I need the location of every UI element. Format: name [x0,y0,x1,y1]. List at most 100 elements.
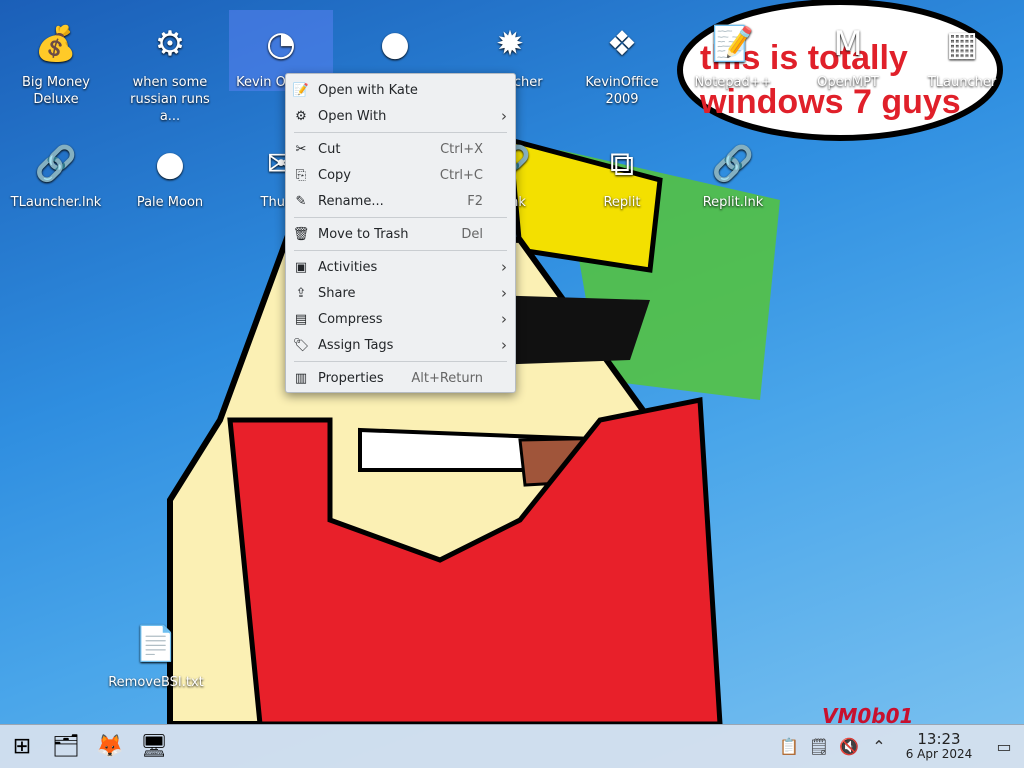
desktop-icon-openmpt[interactable]: M OpenMPT [796,10,900,91]
desktop-icon-red-disc[interactable]: ● [343,10,447,74]
menu-item-label: Rename... [318,193,384,209]
show-desktop-button[interactable]: ▭ [984,737,1024,756]
menu-item-label: Copy [318,167,351,183]
menu-item-label: Compress [318,311,383,327]
desktop-icon-replit-lnk-icon: 🔗 [711,143,755,184]
menu-item-copy[interactable]: ⎘ Copy Ctrl+C [286,162,515,188]
system-tray: 📋 🗒 🔇 ⌃ 13:23 6 Apr 2024 ▭ [774,725,1024,768]
desktop-icon-notepadpp-icon: 📝 [711,23,755,64]
menu-item-label: Open with Kate [318,82,418,98]
tray-expand-icon[interactable]: ⌃ [864,737,894,756]
menu-item-cut[interactable]: ✂ Cut Ctrl+X [286,136,515,162]
desktop-icon-replit-icon: ⧉ [609,143,635,184]
chevron-right-icon: › [501,284,507,302]
icon-label: Pale Moon [136,195,204,210]
chevron-right-icon: › [501,107,507,125]
menu-item-label: Cut [318,141,341,157]
menu-item-icon: ⇪ [295,285,307,301]
menu-item-assign-tags[interactable]: 🏷 Assign Tags › [286,332,515,358]
desktop-icon-tlauncher[interactable]: ▦ TLauncher [910,10,1014,91]
menu-separator [294,250,507,251]
menu-item-move-to-trash[interactable]: 🗑 Move to Trash Del [286,221,515,247]
icon-label: when some russian runs a... [130,75,210,124]
menu-item-icon: ✂ [295,141,307,157]
chevron-right-icon: › [501,336,507,354]
menu-item-icon: ▥ [294,370,308,386]
menu-item-icon: 🗑 [292,226,310,242]
icon-label: TLauncher.lnk [10,195,102,210]
desktop-icon-replit-lnk[interactable]: 🔗 Replit.lnk [681,130,785,211]
icon-label: Replit.lnk [702,195,764,210]
desktop-icon-tlauncher-lnk-icon: 🔗 [34,143,78,184]
menu-item-shortcut: Ctrl+X [440,141,483,157]
menu-item-compress[interactable]: ▤ Compress › [286,306,515,332]
desktop-icon-kevin-optimizer-icon: ◔ [266,23,296,64]
icon-label: Replit [603,195,641,210]
chevron-right-icon: › [501,258,507,276]
desktop-icon-blast-icon: ✹ [495,23,525,64]
taskbar-system-settings-icon[interactable]: 🖥 [132,725,176,768]
context-menu[interactable]: 📝 Open with Kate ⚙ Open With › ✂ Cut Ctrl+X ⎘ Cop… [285,73,516,393]
menu-item-label: Move to Trash [318,226,409,242]
desktop-icon-big-money-icon: 💰 [34,23,78,64]
icon-label: TLauncher [927,75,997,90]
clock[interactable]: 13:23 6 Apr 2024 [894,729,984,762]
menu-item-label: Assign Tags [318,337,394,353]
menu-item-shortcut: Alt+Return [411,370,483,386]
icon-label: Big Money Deluxe [21,75,90,107]
desktop-icon-pale-moon-icon: ● [155,143,185,184]
desktop-icon-replit[interactable]: ⧉ Replit [570,130,674,211]
icon-label: OpenMPT [817,75,879,90]
desktop-icon-kevinoffice[interactable]: ❖ KevinOffice 2009 [570,10,674,108]
desktop-icon-tlauncher-icon: ▦ [945,23,979,64]
menu-item-icon: ✎ [295,193,307,209]
menu-item-shortcut: F2 [467,193,483,209]
menu-item-icon: ▣ [294,259,308,275]
watermark: VM0b01 [822,704,914,724]
desktop-icon-tlauncher-lnk[interactable]: 🔗 TLauncher.lnk [4,130,108,211]
taskbar: ⊞ 🗂 🦊 🖥 📋 🗒 🔇 ⌃ 13:23 6 Apr 2024 ▭ [0,724,1024,768]
start-button[interactable]: ⊞ [0,725,44,768]
menu-item-icon: ⎘ [295,167,307,183]
menu-item-shortcut: Del [461,226,483,242]
desktop-icon-kevinoffice-icon: ❖ [606,23,638,64]
menu-item-activities[interactable]: ▣ Activities › [286,254,515,280]
taskbar-firefox-icon[interactable]: 🦊 [88,725,132,768]
menu-item-label: Open With [318,108,387,124]
desktop-icon-russian-icon: ⚙ [154,23,186,64]
desktop-icon-pale-moon[interactable]: ● Pale Moon [118,130,222,211]
clock-date: 6 Apr 2024 [905,746,973,761]
clipboard-icon[interactable]: 📋 [774,737,804,756]
menu-item-label: Activities [318,259,378,275]
desktop-icon-removebsi-icon: 📄 [134,623,178,664]
menu-item-label: Share [318,285,356,301]
desktop-icon-big-money[interactable]: 💰 Big Money Deluxe [4,10,108,108]
icon-label: KevinOffice 2009 [585,75,659,107]
clock-time: 13:23 [917,729,961,748]
menu-item-label: Properties [318,370,384,386]
menu-item-open-with[interactable]: ⚙ Open With › [286,103,515,129]
desktop-icon-russian[interactable]: ⚙ when some russian runs a... [118,10,222,125]
menu-item-icon: 📝 [292,82,310,98]
volume-muted-icon[interactable]: 🔇 [834,737,864,756]
menu-item-share[interactable]: ⇪ Share › [286,280,515,306]
menu-item-icon: ▤ [294,311,308,327]
menu-item-properties[interactable]: ▥ Properties Alt+Return [286,365,515,391]
menu-separator [294,361,507,362]
menu-item-open-with-kate[interactable]: 📝 Open with Kate [286,77,515,103]
menu-item-icon: ⚙ [295,108,307,124]
chevron-right-icon: › [501,310,507,328]
taskbar-file-manager-icon[interactable]: 🗂 [44,725,88,768]
desktop-icon-red-disc-icon: ● [380,23,410,64]
menu-item-shortcut: Ctrl+C [439,167,483,183]
desktop-icon-removebsi[interactable]: 📄 RemoveBSI.txt [104,610,208,691]
desktop-icon-notepadpp[interactable]: 📝 Notepad++ [681,10,785,91]
icon-label: Notepad++ [694,75,772,90]
notes-icon[interactable]: 🗒 [804,737,834,756]
menu-item-icon: 🏷 [292,337,310,353]
icon-label: RemoveBSI.txt [108,675,204,690]
menu-item-rename[interactable]: ✎ Rename... F2 [286,188,515,214]
menu-separator [294,132,507,133]
desktop-icon-openmpt-icon: M [833,23,863,64]
menu-separator [294,217,507,218]
